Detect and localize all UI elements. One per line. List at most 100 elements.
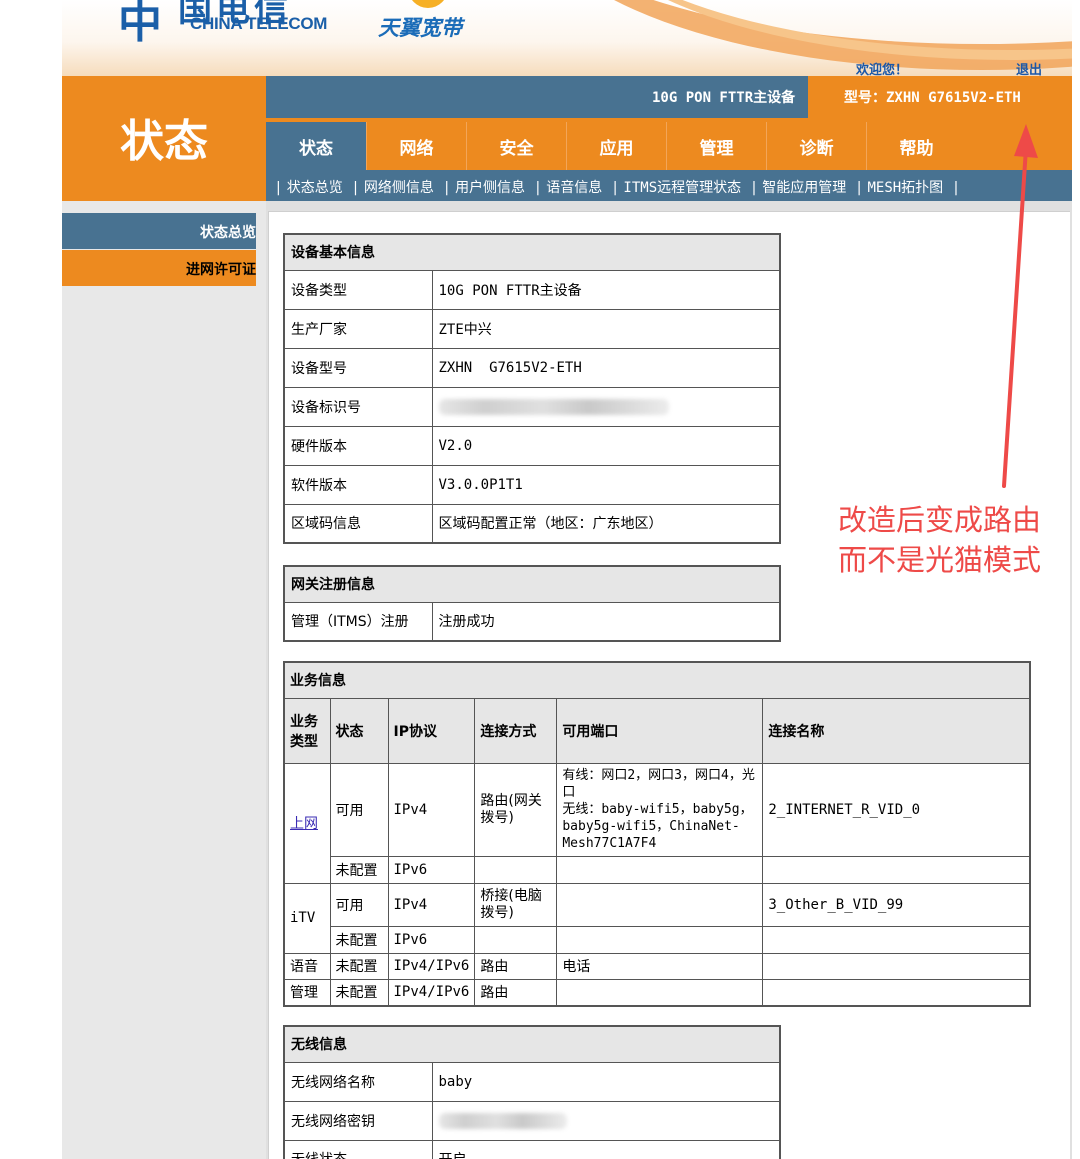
device-info-title: 设备基本信息 xyxy=(283,233,781,271)
redacted-device-id xyxy=(438,398,669,415)
subnav-separator: | xyxy=(276,180,281,196)
brand-text: 天翼宽带 xyxy=(378,17,462,40)
logo-english-text: CHINA TELECOM xyxy=(190,14,328,33)
internet-ipv4-ports: 有线：网口2，网口3，网口4，光口 无线：baby-wifi5，baby5g，b… xyxy=(556,762,764,857)
ssid-value: baby xyxy=(431,1061,781,1102)
itv-ipv6-ports xyxy=(556,925,764,954)
manufacturer-value: ZTE中兴 xyxy=(431,308,781,349)
content-area: 设备基本信息 设备类型 10G PON FTTR主设备 生产厂家 ZTE中兴 设备型… xyxy=(266,201,1072,1159)
tab-network[interactable]: 网络 xyxy=(366,122,466,170)
subnav-separator: | xyxy=(535,180,541,196)
col-header-service-type: 业务类型 xyxy=(283,697,331,764)
device-type-label: 设备类型 xyxy=(283,269,433,310)
subnav-status-overview[interactable]: 状态总览 xyxy=(287,180,343,196)
internet-link[interactable]: 上网 xyxy=(290,816,318,832)
management-protocol: IPv4/IPv6 xyxy=(387,978,476,1007)
subnav-separator: | xyxy=(444,180,450,196)
business-info-table: 业务信息 业务类型 状态 IP协议 连接方式 可用端口 连接名称 上网 可用 I… xyxy=(283,661,1031,1007)
subnav-separator: | xyxy=(612,180,618,196)
tab-security[interactable]: 安全 xyxy=(466,122,566,170)
col-header-ports: 可用端口 xyxy=(556,697,764,764)
itms-registration-value: 注册成功 xyxy=(431,601,781,642)
page-title: 状态 xyxy=(62,76,266,201)
china-telecom-logo-icon: 中 xyxy=(118,0,162,48)
internet-ipv4-mode: 路由(网关拨号) xyxy=(474,762,558,857)
device-model-value: ZXHN G7615V2-ETH xyxy=(431,347,781,388)
tab-help[interactable]: 帮助 xyxy=(866,122,966,170)
device-info-table: 设备基本信息 设备类型 10G PON FTTR主设备 生产厂家 ZTE中兴 设备型… xyxy=(283,233,781,544)
software-version-label: 软件版本 xyxy=(283,464,433,505)
service-type-voice: 语音 xyxy=(283,952,331,980)
region-code-label: 区域码信息 xyxy=(283,503,433,544)
internet-ipv4-protocol: IPv4 xyxy=(387,762,476,857)
wifi-key-label: 无线网络密钥 xyxy=(283,1100,433,1141)
redacted-wifi-key xyxy=(438,1112,567,1129)
internet-ipv6-status: 未配置 xyxy=(329,855,389,884)
region-code-value: 区域码配置正常（地区：广东地区） xyxy=(431,503,781,544)
wireless-info-title: 无线信息 xyxy=(283,1025,781,1063)
subnav-separator: | xyxy=(751,180,757,196)
annotation-line-1: 改造后变成路由 xyxy=(838,503,1042,537)
management-ports xyxy=(556,978,764,1007)
ssid-label: 无线网络名称 xyxy=(283,1061,433,1102)
sidebar-item-status-overview[interactable]: 状态总览 xyxy=(62,213,256,249)
subnav-smart-app[interactable]: 智能应用管理 xyxy=(762,180,846,196)
col-header-connection-mode: 连接方式 xyxy=(474,697,558,764)
wifi-status-value: 开启 xyxy=(431,1139,781,1159)
device-type-value: 10G PON FTTR主设备 xyxy=(431,269,781,310)
device-model-label: 设备型号 xyxy=(283,347,433,388)
hardware-version-label: 硬件版本 xyxy=(283,425,433,466)
col-header-connection-name: 连接名称 xyxy=(762,697,1031,764)
itv-ipv4-mode: 桥接(电脑拨号) xyxy=(474,882,558,927)
itv-ipv4-connection-name: 3_Other_B_VID_99 xyxy=(762,882,1031,927)
wifi-status-label: 无线状态 xyxy=(283,1139,433,1159)
model-badge: 型号：ZXHN G7615V2-ETH xyxy=(808,76,1072,118)
itv-ipv6-protocol: IPv6 xyxy=(387,925,476,954)
itv-ipv6-status: 未配置 xyxy=(329,925,389,954)
tab-status[interactable]: 状态 xyxy=(266,122,366,170)
col-header-ip-protocol: IP协议 xyxy=(387,697,476,764)
subnav-user-info[interactable]: 用户侧信息 xyxy=(455,180,525,196)
gateway-registration-table: 网关注册信息 管理（ITMS）注册 注册成功 xyxy=(283,565,781,642)
annotation-text: 改造后变成路由 而不是光猫模式 xyxy=(838,500,1041,580)
tab-diagnostics[interactable]: 诊断 xyxy=(766,122,866,170)
device-id-value xyxy=(431,386,781,427)
subnav-mesh-topology[interactable]: MESH拓扑图 xyxy=(867,180,943,196)
subnav-separator: | xyxy=(353,180,358,196)
tab-application[interactable]: 应用 xyxy=(566,122,666,170)
wifi-key-value xyxy=(431,1100,781,1141)
subnav-separator: | xyxy=(953,180,959,196)
wireless-info-table: 无线信息 无线网络名称baby 无线网络密钥 无线状态开启 xyxy=(283,1025,781,1159)
tab-management[interactable]: 管理 xyxy=(666,122,766,170)
management-mode: 路由 xyxy=(474,978,558,1007)
gateway-registration-title: 网关注册信息 xyxy=(283,565,781,603)
subnav-network-info[interactable]: 网络侧信息 xyxy=(364,180,434,196)
management-connection-name xyxy=(762,978,1031,1007)
device-name: 10G PON FTTR主设备 xyxy=(652,90,796,106)
internet-ipv6-ports xyxy=(556,855,764,884)
content-panel: 设备基本信息 设备类型 10G PON FTTR主设备 生产厂家 ZTE中兴 设备型… xyxy=(268,211,1070,1159)
sub-navigation: | 状态总览 | 网络侧信息 | 用户侧信息 | 语音信息 | ITMS远程管理状态 | 智… xyxy=(266,170,1072,201)
voice-mode: 路由 xyxy=(474,952,558,980)
itv-ipv6-connection-name xyxy=(762,925,1031,954)
voice-ports: 电话 xyxy=(556,952,764,980)
main-tabs: 状态 网络 安全 应用 管理 诊断 帮助 xyxy=(266,118,1072,170)
internet-ipv6-connection-name xyxy=(762,855,1031,884)
voice-connection-name xyxy=(762,952,1031,980)
subnav-itms-status[interactable]: ITMS远程管理状态 xyxy=(623,180,741,196)
sidebar: 状态总览 进网许可证 xyxy=(62,201,266,1159)
col-header-status: 状态 xyxy=(329,697,389,764)
itv-ipv6-mode xyxy=(474,925,558,954)
itv-ipv4-ports xyxy=(556,882,764,927)
device-bar: 10G PON FTTR主设备 型号：ZXHN G7615V2-ETH xyxy=(266,76,1072,118)
sidebar-item-access-license[interactable]: 进网许可证 xyxy=(62,250,256,286)
itv-ipv4-status: 可用 xyxy=(329,882,389,927)
service-type-management: 管理 xyxy=(283,978,331,1007)
subnav-voice-info[interactable]: 语音信息 xyxy=(546,180,602,196)
service-type-internet: 上网 xyxy=(283,762,331,884)
management-status: 未配置 xyxy=(329,978,389,1007)
internet-ipv6-protocol: IPv6 xyxy=(387,855,476,884)
itv-ipv4-protocol: IPv4 xyxy=(387,882,476,927)
annotation-arrow-icon xyxy=(1002,124,1038,488)
internet-ipv4-status: 可用 xyxy=(329,762,389,857)
